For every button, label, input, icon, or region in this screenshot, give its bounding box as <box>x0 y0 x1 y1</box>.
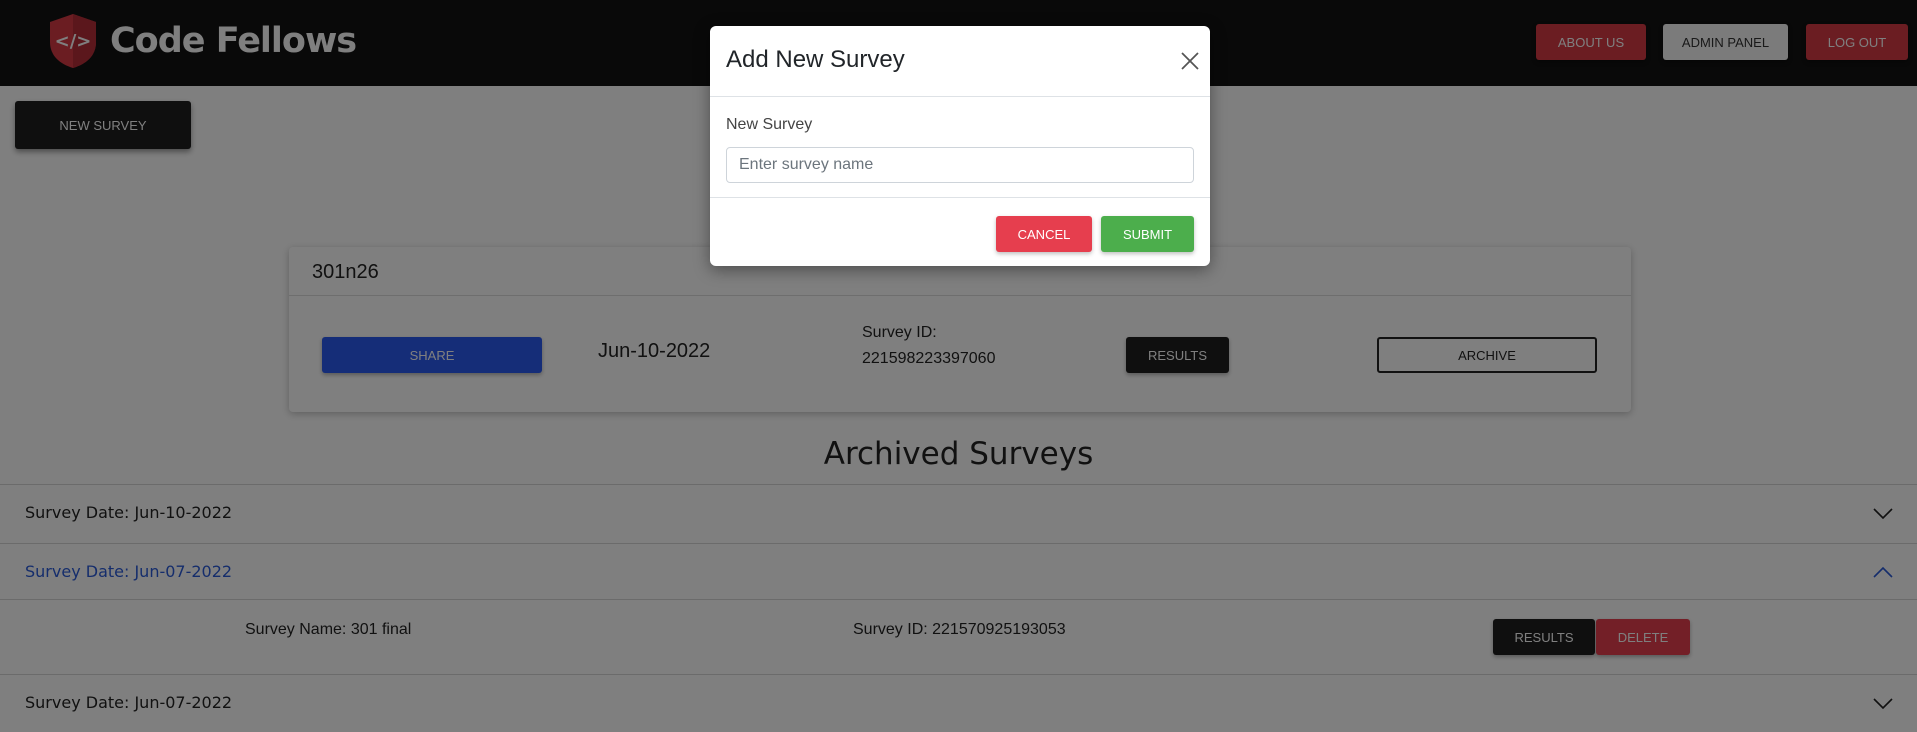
submit-button[interactable]: SUBMIT <box>1101 216 1194 252</box>
modal-header: Add New Survey <box>710 26 1210 97</box>
cancel-button[interactable]: CANCEL <box>996 216 1092 252</box>
add-survey-modal: Add New Survey New Survey CANCEL SUBMIT <box>710 26 1210 266</box>
modal-body: New Survey <box>710 97 1210 198</box>
close-icon[interactable] <box>1180 51 1200 71</box>
modal-title: Add New Survey <box>726 46 905 73</box>
survey-name-input[interactable] <box>726 147 1194 183</box>
new-survey-label: New Survey <box>726 116 813 133</box>
